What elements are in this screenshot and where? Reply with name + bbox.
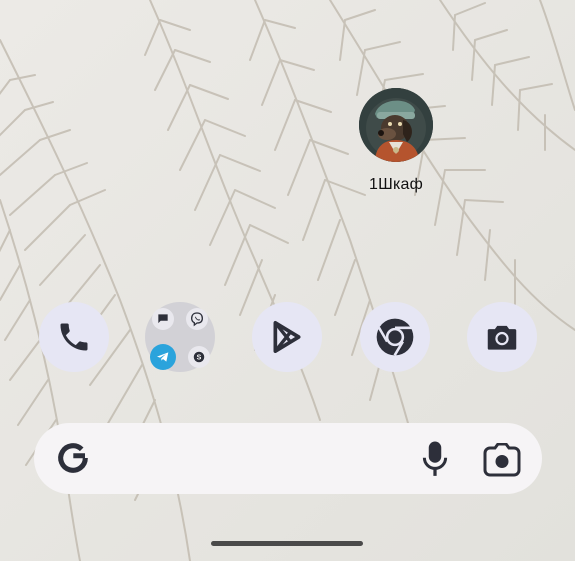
phone-app-button[interactable] <box>39 302 109 372</box>
messengers-folder[interactable]: S <box>145 302 215 372</box>
google-search-bar[interactable] <box>34 423 542 494</box>
svg-text:S: S <box>197 355 202 362</box>
play-store-icon <box>273 321 301 353</box>
play-store-app-button[interactable] <box>252 302 322 372</box>
messages-icon <box>152 308 174 330</box>
gesture-navigation-handle[interactable] <box>211 541 363 546</box>
microphone-icon[interactable] <box>420 439 450 479</box>
app-shortcut-1shkaf[interactable]: 1Шкаф <box>356 88 436 194</box>
lens-camera-icon[interactable] <box>482 443 522 477</box>
chrome-app-button[interactable] <box>360 302 430 372</box>
google-g-icon <box>58 443 88 473</box>
telegram-icon <box>150 344 176 370</box>
camera-icon <box>487 325 517 350</box>
dog-avatar-icon <box>359 88 433 162</box>
camera-app-button[interactable] <box>467 302 537 372</box>
skype-icon: S <box>188 346 210 368</box>
viber-icon <box>186 308 208 330</box>
phone-icon <box>60 323 88 351</box>
chrome-icon <box>376 318 414 356</box>
app-shortcut-label: 1Шкаф <box>369 176 423 193</box>
